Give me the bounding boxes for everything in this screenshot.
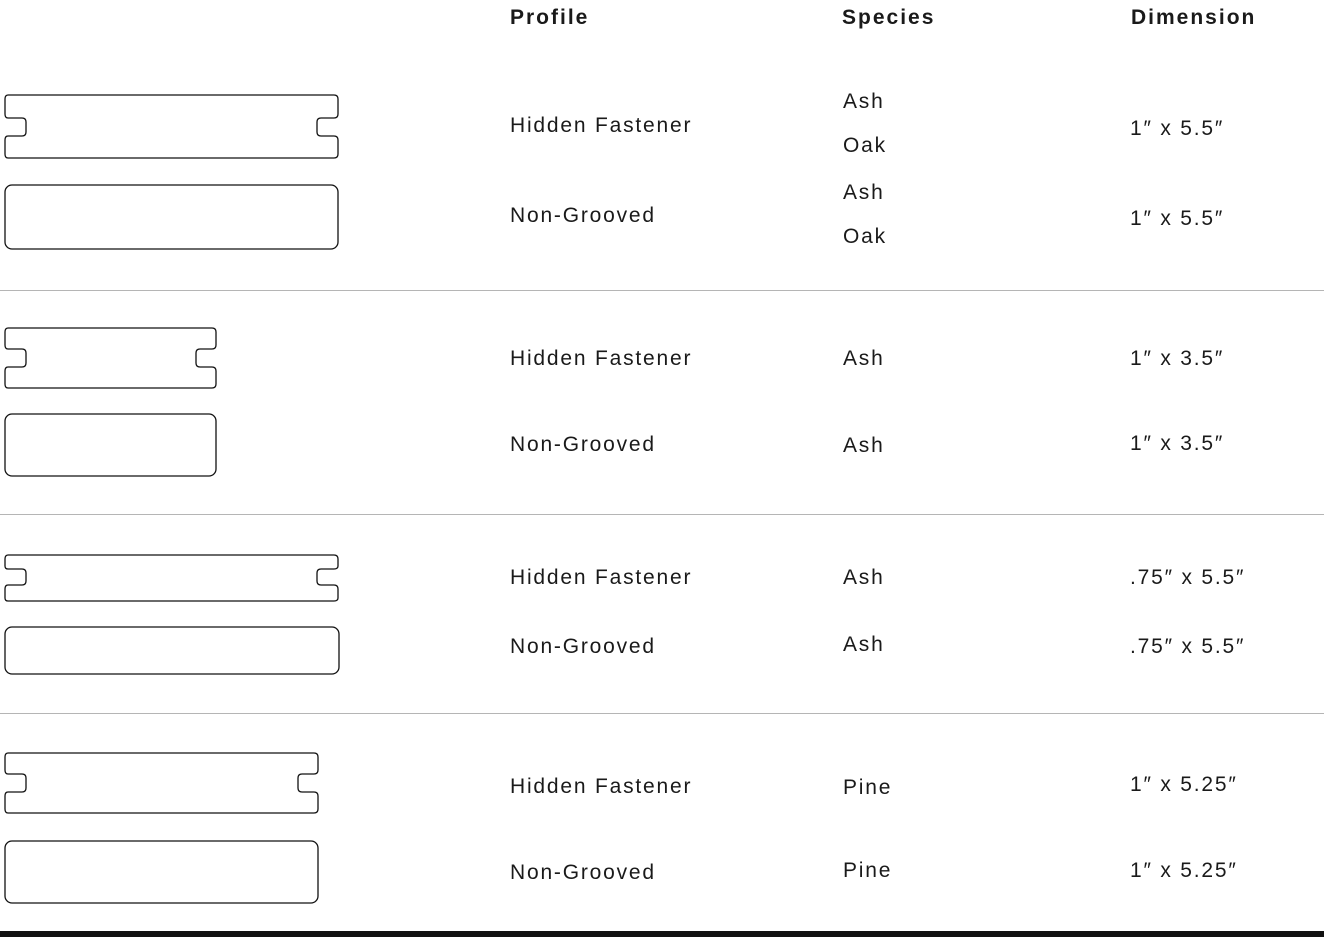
hidden-fastener-profile-icon	[4, 752, 319, 814]
dimension-cell: 1″ x 5.25″	[1130, 859, 1238, 882]
dimension-cell: .75″ x 5.5″	[1130, 635, 1246, 658]
species-cell: Ash	[843, 347, 885, 370]
dimension-cell: 1″ x 5.5″	[1130, 117, 1225, 140]
species-cell: Oak	[843, 134, 887, 157]
dimension-cell: 1″ x 3.5″	[1130, 432, 1225, 455]
species-cell: Ash	[843, 434, 885, 457]
group-divider	[0, 713, 1324, 714]
group-divider	[0, 290, 1324, 291]
profile-cell: Non-Grooved	[510, 433, 656, 456]
profile-cell: Non-Grooved	[510, 861, 656, 884]
species-cell: Ash	[843, 633, 885, 656]
hidden-fastener-profile-icon	[4, 327, 217, 389]
dimension-cell: 1″ x 5.5″	[1130, 207, 1225, 230]
non-grooved-profile-icon	[4, 840, 319, 904]
species-cell: Ash	[843, 181, 885, 204]
dimension-cell: 1″ x 3.5″	[1130, 347, 1225, 370]
profile-cell: Hidden Fastener	[510, 566, 693, 589]
species-cell: Ash	[843, 566, 885, 589]
bottom-rule	[0, 931, 1324, 937]
profile-cell: Hidden Fastener	[510, 114, 693, 137]
hidden-fastener-profile-icon	[4, 554, 339, 602]
non-grooved-profile-icon	[4, 413, 217, 477]
species-column-header: Species	[842, 6, 936, 29]
non-grooved-profile-icon	[4, 626, 340, 675]
profile-cell: Non-Grooved	[510, 204, 656, 227]
species-cell: Pine	[843, 776, 893, 799]
species-cell: Ash	[843, 90, 885, 113]
dimension-cell: 1″ x 5.25″	[1130, 773, 1238, 796]
species-cell: Pine	[843, 859, 893, 882]
profile-column-header: Profile	[510, 6, 590, 29]
non-grooved-profile-icon	[4, 184, 339, 250]
profile-cell: Hidden Fastener	[510, 347, 693, 370]
profile-cell: Hidden Fastener	[510, 775, 693, 798]
species-cell: Oak	[843, 225, 887, 248]
hidden-fastener-profile-icon	[4, 94, 339, 159]
dimension-cell: .75″ x 5.5″	[1130, 566, 1246, 589]
profile-cell: Non-Grooved	[510, 635, 656, 658]
dimension-column-header: Dimension	[1131, 6, 1257, 29]
group-divider	[0, 514, 1324, 515]
